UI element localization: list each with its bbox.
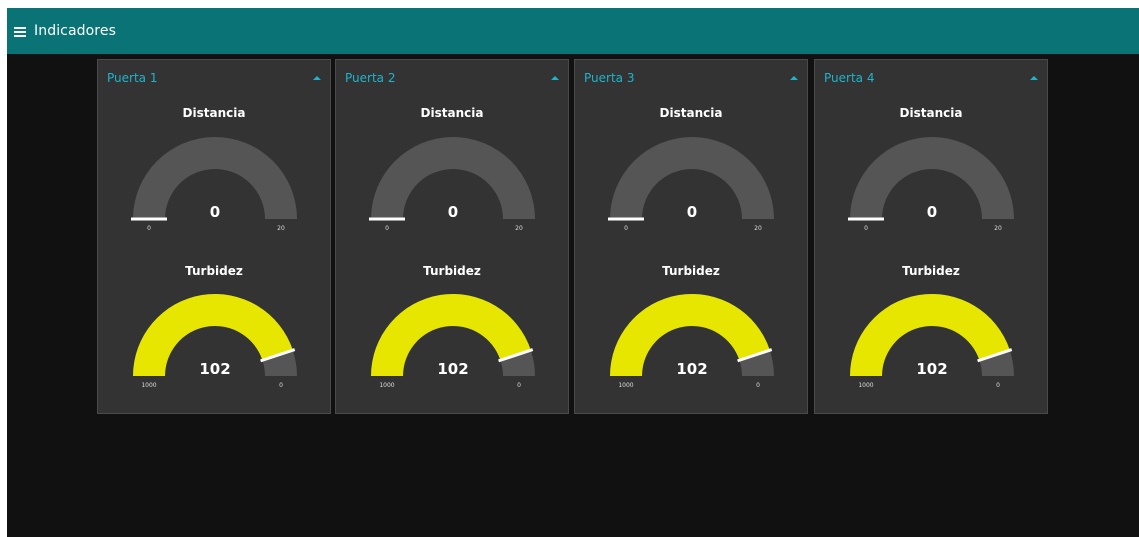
group-header[interactable]: Puerta 3 xyxy=(575,60,807,96)
distancia-gauge: 0 0 20 xyxy=(848,137,1014,232)
distancia-gauge-value: 0 xyxy=(927,203,937,221)
collapse-caret-icon[interactable] xyxy=(1030,76,1038,80)
group-header[interactable]: Puerta 1 xyxy=(98,60,330,96)
group-header[interactable]: Puerta 4 xyxy=(815,60,1047,96)
distancia-gauge-title: Distancia xyxy=(420,106,484,120)
turbidez-gauge-max-label: 0 xyxy=(756,382,760,389)
turbidez-gauge-max-label: 0 xyxy=(517,382,521,389)
turbidez-gauge-value: 102 xyxy=(437,360,468,378)
group-card-puerta-3: Puerta 3 Distancia 0 0 20 Turbidez 102 1000 0 xyxy=(574,59,808,414)
turbidez-gauge-title: Turbidez xyxy=(662,264,720,278)
distancia-gauge: 0 0 20 xyxy=(369,137,535,232)
distancia-gauge-title: Distancia xyxy=(659,106,723,120)
distancia-gauge-min-label: 0 xyxy=(864,225,868,232)
distancia-gauge-max-label: 20 xyxy=(515,225,523,232)
turbidez-gauge-min-label: 1000 xyxy=(379,382,394,389)
distancia-gauge-value: 0 xyxy=(687,203,697,221)
group-title: Puerta 1 xyxy=(107,71,158,85)
turbidez-gauge: 102 1000 0 xyxy=(850,294,1014,389)
distancia-gauge-max-label: 20 xyxy=(754,225,762,232)
collapse-caret-icon[interactable] xyxy=(313,76,321,80)
distancia-gauge-min-label: 0 xyxy=(385,225,389,232)
top-bar: Indicadores xyxy=(7,8,1139,54)
turbidez-gauge-title: Turbidez xyxy=(185,264,243,278)
distancia-gauge-value: 0 xyxy=(210,203,220,221)
turbidez-gauge-min-label: 1000 xyxy=(618,382,633,389)
group-card-puerta-2: Puerta 2 Distancia 0 0 20 Turbidez 102 1000 0 xyxy=(335,59,569,414)
collapse-caret-icon[interactable] xyxy=(790,76,798,80)
group-title: Puerta 2 xyxy=(345,71,396,85)
turbidez-gauge: 102 1000 0 xyxy=(610,294,774,389)
hamburger-menu-icon[interactable] xyxy=(14,24,28,38)
distancia-gauge: 0 0 20 xyxy=(131,137,297,232)
turbidez-gauge-value: 102 xyxy=(676,360,707,378)
page-title: Indicadores xyxy=(34,23,116,39)
turbidez-gauge-max-label: 0 xyxy=(996,382,1000,389)
turbidez-gauge-value: 102 xyxy=(199,360,230,378)
group-title: Puerta 3 xyxy=(584,71,635,85)
distancia-gauge-value: 0 xyxy=(448,203,458,221)
distancia-gauge-max-label: 20 xyxy=(994,225,1002,232)
turbidez-gauge-value: 102 xyxy=(916,360,947,378)
distancia-gauge-min-label: 0 xyxy=(147,225,151,232)
turbidez-gauge-min-label: 1000 xyxy=(141,382,156,389)
group-card-puerta-1: Puerta 1 Distancia 0 0 20 Turbidez 102 1000 0 xyxy=(97,59,331,414)
turbidez-gauge-title: Turbidez xyxy=(423,264,481,278)
turbidez-gauge-min-label: 1000 xyxy=(858,382,873,389)
collapse-caret-icon[interactable] xyxy=(551,76,559,80)
distancia-gauge: 0 0 20 xyxy=(608,137,774,232)
distancia-gauge-title: Distancia xyxy=(899,106,963,120)
group-card-puerta-4: Puerta 4 Distancia 0 0 20 Turbidez 102 1000 0 xyxy=(814,59,1048,414)
turbidez-gauge-max-label: 0 xyxy=(279,382,283,389)
group-header[interactable]: Puerta 2 xyxy=(336,60,568,96)
turbidez-gauge: 102 1000 0 xyxy=(371,294,535,389)
distancia-gauge-max-label: 20 xyxy=(277,225,285,232)
distancia-gauge-min-label: 0 xyxy=(624,225,628,232)
dashboard-app: Indicadores Puerta 1 Distancia 0 0 20 Turbide… xyxy=(7,8,1139,537)
turbidez-gauge: 102 1000 0 xyxy=(133,294,297,389)
group-title: Puerta 4 xyxy=(824,71,875,85)
distancia-gauge-title: Distancia xyxy=(182,106,246,120)
turbidez-gauge-title: Turbidez xyxy=(902,264,960,278)
